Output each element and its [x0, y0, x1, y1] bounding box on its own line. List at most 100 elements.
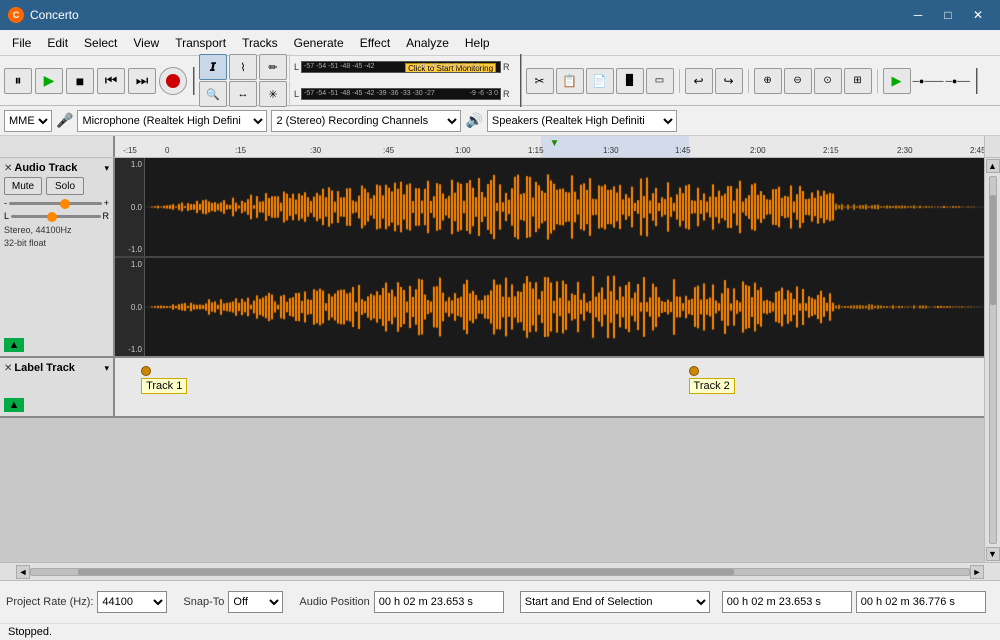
record-button[interactable]: [159, 67, 187, 95]
draw-tool-button[interactable]: ✏: [259, 54, 287, 80]
vol-max-label: +: [104, 198, 109, 208]
menu-file[interactable]: File: [4, 33, 39, 53]
scroll-track[interactable]: [989, 176, 997, 544]
minimize-button[interactable]: ─: [904, 5, 932, 25]
menu-select[interactable]: Select: [76, 33, 125, 53]
paste-button[interactable]: 📄: [586, 68, 614, 94]
hscroll-track[interactable]: [30, 568, 970, 576]
audio-track-menu[interactable]: ▾: [104, 163, 109, 174]
lr-label2: L: [294, 89, 299, 99]
zoom-full-button[interactable]: ⊞: [844, 68, 872, 94]
menu-generate[interactable]: Generate: [286, 33, 352, 53]
menu-transport[interactable]: Transport: [167, 33, 234, 53]
volume-slider[interactable]: [9, 202, 102, 205]
vu-scale-end: -18 -15 -12 -9 -6 -3 0: [415, 63, 480, 70]
empty-track-area: [0, 418, 984, 562]
device-toolbar: MME 🎤 Microphone (Realtek High Defini 2 …: [0, 106, 1000, 136]
cut-button[interactable]: ✂: [526, 68, 554, 94]
vol-label: ─●──: [945, 76, 970, 86]
mute-button[interactable]: Mute: [4, 177, 42, 195]
scroll-up-arrow[interactable]: ▲: [986, 159, 1000, 173]
pan-left-label: L: [4, 211, 9, 221]
time-shift-button[interactable]: ↔: [229, 81, 257, 107]
waveform-channel-1: 1.0 0.0 -1.0: [115, 158, 984, 257]
label-track-close[interactable]: ✕: [4, 363, 12, 374]
ruler-mark-245: 2:45: [970, 146, 984, 155]
audio-position-input[interactable]: [374, 591, 504, 613]
channels-select[interactable]: 2 (Stereo) Recording Channels: [271, 110, 461, 132]
maximize-button[interactable]: □: [934, 5, 962, 25]
menu-effect[interactable]: Effect: [352, 33, 398, 53]
redo-button[interactable]: ↪: [715, 68, 743, 94]
stop-button[interactable]: ■: [66, 68, 94, 94]
skip-start-button[interactable]: ⏮: [97, 68, 125, 94]
audio-host-select[interactable]: MME: [4, 110, 52, 132]
solo-button[interactable]: Solo: [46, 177, 84, 195]
envelope-tool-button[interactable]: ⌇: [229, 54, 257, 80]
menu-tracks[interactable]: Tracks: [234, 33, 286, 53]
ruler-mark-115: 1:15: [528, 146, 544, 155]
speakers-select[interactable]: Speakers (Realtek High Definiti: [487, 110, 677, 132]
menu-help[interactable]: Help: [457, 33, 498, 53]
audio-track-controls: ✕ Audio Track ▾ Mute Solo - +: [0, 158, 115, 356]
scroll-right-arrow[interactable]: ►: [970, 565, 984, 579]
scroll-thumb[interactable]: [990, 195, 996, 305]
scroll-left-arrow[interactable]: ◄: [16, 565, 30, 579]
ruler-mark-30: :30: [310, 146, 321, 155]
audio-track-close[interactable]: ✕: [4, 163, 12, 174]
selection-mode-select[interactable]: Start and End of Selection: [520, 591, 710, 613]
label-track: ✕ Label Track ▾ ▲ Track 1: [0, 358, 984, 418]
undo-button[interactable]: ↩: [685, 68, 713, 94]
label-track-menu[interactable]: ▾: [104, 363, 109, 374]
label-text-2: Track 2: [689, 378, 735, 394]
volume-thumb[interactable]: [60, 199, 70, 209]
waveform-content-2: [145, 258, 984, 356]
ruler-mark-15: :15: [235, 146, 246, 155]
zoom-sel-button[interactable]: ⊕: [754, 68, 782, 94]
copy-button[interactable]: 📋: [556, 68, 584, 94]
label-collapse-button[interactable]: ▲: [4, 398, 24, 412]
project-rate-select[interactable]: 44100: [97, 591, 167, 613]
snap-to-select[interactable]: Off: [228, 591, 283, 613]
microphone-select[interactable]: Microphone (Realtek High Defini: [77, 110, 267, 132]
ruler-mark-130: 1:30: [603, 146, 619, 155]
zoom-out-button[interactable]: ⊖: [784, 68, 812, 94]
playhead: ▼: [550, 138, 560, 149]
hscroll-thumb[interactable]: [78, 569, 735, 575]
sel-start-input[interactable]: [722, 591, 852, 613]
pause-button[interactable]: ⏸: [4, 68, 32, 94]
y-axis-1: 1.0 0.0 -1.0: [115, 158, 145, 256]
waveform-content-1: // Generate waveform bars in SVG: [145, 158, 984, 256]
zoom-fit-button[interactable]: ⊙: [814, 68, 842, 94]
play-button[interactable]: ▶: [35, 68, 63, 94]
pan-slider[interactable]: [11, 215, 100, 218]
collapse-button[interactable]: ▲: [4, 338, 24, 352]
speaker-icon: 🔊: [465, 112, 482, 129]
vol-min-label: -: [4, 198, 7, 208]
close-button[interactable]: ✕: [964, 5, 992, 25]
trim-button[interactable]: ▐▌: [616, 68, 644, 94]
select-tool-button[interactable]: 𝙄: [199, 54, 227, 80]
lr-label-top: L: [294, 62, 299, 72]
horizontal-scrollbar: ◄ ►: [0, 562, 1000, 580]
menu-edit[interactable]: Edit: [39, 33, 76, 53]
skip-end-button[interactable]: ⏭: [128, 68, 156, 94]
snap-to-label: Snap-To: [183, 596, 224, 608]
menu-view[interactable]: View: [125, 33, 167, 53]
vu-scale2-end: -9 -6 -3 0: [470, 90, 498, 97]
menu-bar: File Edit Select View Transport Tracks G…: [0, 30, 1000, 56]
menu-analyze[interactable]: Analyze: [398, 33, 457, 53]
app-title: Concerto: [30, 8, 79, 22]
ruler-mark-230: 2:30: [897, 146, 913, 155]
green-play-button[interactable]: ▶: [883, 68, 911, 94]
label-track-controls: ✕ Label Track ▾ ▲: [0, 358, 115, 416]
zoom-in-button[interactable]: 🔍: [199, 81, 227, 107]
multi-tool-button[interactable]: ✳: [259, 81, 287, 107]
sel-end-input[interactable]: [856, 591, 986, 613]
scroll-down-arrow[interactable]: ▼: [986, 547, 1000, 561]
pan-thumb[interactable]: [47, 212, 57, 222]
app-icon: C: [8, 7, 24, 23]
label-track-name: Label Track: [14, 362, 102, 374]
silence-button[interactable]: ▭: [646, 68, 674, 94]
timeline-ruler: ▼ -:15 0 :15 :30 :45 1:00 1:15 1:30 1:45…: [115, 136, 984, 157]
